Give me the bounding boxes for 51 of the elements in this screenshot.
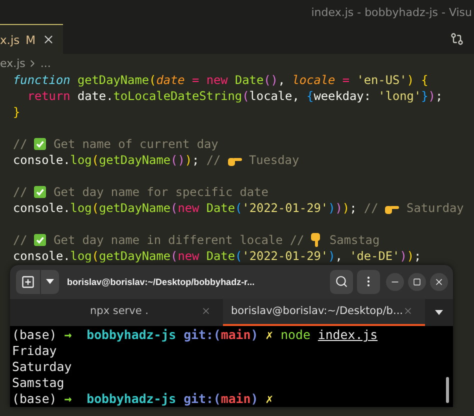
code-text: ) [184,152,192,168]
code-text: console. [13,200,70,216]
code-text: ; [192,152,200,168]
terminal-line: Samstag [12,375,66,391]
code-comment: Get day name for specific date [52,184,268,200]
code-text: ) [328,200,336,216]
code-line: return date.toLocaleDateString(locale, {weekday: 'long'}); [26,88,444,104]
code-text: getDayName [98,200,171,216]
modified-status: M [26,32,36,46]
code-text: '2022-01-29' [242,200,328,216]
code-text: ) [335,200,342,216]
code-text: Date [205,200,235,216]
code-comment: // [13,184,28,200]
code-comment: // [362,200,380,216]
breadcrumb-item[interactable]: ex.js [0,56,26,70]
code-text: ( [234,200,242,216]
tab-label: x.js [0,32,20,46]
code-comment: Get name of current day [52,136,218,152]
code-text: () [170,152,185,168]
code-text: ) [342,200,350,216]
code-text: ( [92,200,99,216]
code-text: log [70,200,92,216]
tab-label: npx serve . [90,305,148,318]
terminal-tab[interactable]: borislav@borislav:~/Desktop/b... [222,298,425,326]
terminal-tab[interactable]: npx serve . [10,298,223,326]
code-line: } [13,104,22,120]
terminal-line: Saturday [12,359,73,375]
terminal-line: (base) → bobbyhadz-js git:(main) ✗ [12,391,274,407]
code-text: console. [13,152,70,168]
editor-tab[interactable]: x.js M [0,24,63,54]
code-text: ; [350,200,357,216]
code-comment: // [205,152,222,168]
terminal-title: borislav@borislav:~/Desktop/bobbyhadz-r... [66,276,256,287]
code-text: new [178,200,200,216]
code-text: ( [170,200,178,216]
code-comment: Get day name in different locale // [52,232,306,248]
code-line: function getDayName(date = new Date(), locale = 'en-US') { [13,72,430,88]
code-text: ( [92,152,99,168]
code-comment: Samstag [328,232,380,248]
code-text: log [70,152,92,168]
code-comment: // [13,232,28,248]
window-title: index.js - bobbyhadz-js - Visu [311,6,472,18]
code-comment: Saturday [406,200,464,216]
code-comment: Tuesday [248,152,300,168]
terminal-line: Friday [12,343,58,359]
terminal-line: (base) → bobbyhadz-js git:(main) ✗ node index.js [12,327,379,343]
code-line: console.log(getDayName(new Date('2022-01-29'), 'de-DE')); [13,248,422,264]
breadcrumb-item[interactable]: ... [40,56,51,70]
tab-label: borislav@borislav:~/Desktop/b... [230,305,403,318]
code-comment: // [13,136,28,152]
code-text: getDayName [98,152,171,168]
